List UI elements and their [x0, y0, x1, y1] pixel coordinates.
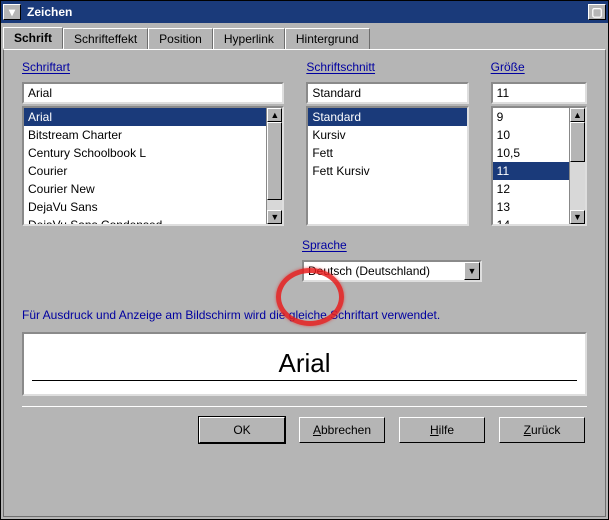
style-listbox[interactable]: StandardKursivFettFett Kursiv	[306, 106, 468, 226]
back-button[interactable]: Zurück	[499, 417, 585, 443]
size-listbox[interactable]: 91010,511121314 ▲ ▼	[491, 106, 587, 226]
button-bar: OK Abbrechen Hilfe Zurück	[22, 406, 587, 447]
window-title: Zeichen	[27, 5, 72, 19]
list-item[interactable]: 10	[493, 126, 569, 144]
preview-sample: Arial	[274, 348, 334, 379]
font-label[interactable]: Schriftart	[22, 60, 284, 74]
preview-baseline	[32, 380, 577, 381]
list-item[interactable]: Arial	[24, 108, 266, 126]
font-listbox[interactable]: ArialBitstream CharterCentury Schoolbook…	[22, 106, 284, 226]
scroll-down-icon[interactable]: ▼	[267, 210, 282, 224]
tab-hyperlink[interactable]: Hyperlink	[213, 28, 285, 50]
font-scrollbar[interactable]: ▲ ▼	[266, 108, 282, 224]
list-item[interactable]: Kursiv	[308, 126, 466, 144]
list-item[interactable]: Courier	[24, 162, 266, 180]
size-label[interactable]: Größe	[491, 60, 587, 74]
list-item[interactable]: DejaVu Sans	[24, 198, 266, 216]
titlebar: ▾ Zeichen ▢	[1, 1, 608, 23]
font-preview: Arial	[22, 332, 587, 396]
cancel-button[interactable]: Abbrechen	[299, 417, 385, 443]
scroll-down-icon[interactable]: ▼	[570, 210, 585, 224]
style-input[interactable]	[306, 82, 468, 104]
scroll-up-icon[interactable]: ▲	[267, 108, 282, 122]
tab-panel: Schriftart ArialBitstream CharterCentury…	[3, 49, 606, 517]
list-item[interactable]: 14	[493, 216, 569, 224]
list-item[interactable]: 13	[493, 198, 569, 216]
list-item[interactable]: 12	[493, 180, 569, 198]
list-item[interactable]: Fett Kursiv	[308, 162, 466, 180]
tab-schrift[interactable]: Schrift	[3, 27, 63, 49]
ok-button[interactable]: OK	[199, 417, 285, 443]
system-menu-button[interactable]: ▾	[3, 4, 21, 20]
style-label[interactable]: Schriftschnitt	[306, 60, 468, 74]
tab-schrifteffekt[interactable]: Schrifteffekt	[63, 28, 148, 50]
language-combobox[interactable]: Deutsch (Deutschland) ▼	[302, 260, 482, 282]
tab-hintergrund[interactable]: Hintergrund	[285, 28, 370, 50]
scroll-thumb[interactable]	[267, 122, 282, 200]
info-text: Für Ausdruck und Anzeige am Bildschirm w…	[22, 308, 587, 322]
list-item[interactable]: 10,5	[493, 144, 569, 162]
list-item[interactable]: Standard	[308, 108, 466, 126]
list-item[interactable]: 9	[493, 108, 569, 126]
size-input[interactable]	[491, 82, 587, 104]
scroll-up-icon[interactable]: ▲	[570, 108, 585, 122]
character-dialog: ▾ Zeichen ▢ Schrift Schrifteffekt Positi…	[0, 0, 609, 520]
list-item[interactable]: Century Schoolbook L	[24, 144, 266, 162]
tab-position[interactable]: Position	[148, 28, 213, 50]
list-item[interactable]: Bitstream Charter	[24, 126, 266, 144]
size-scrollbar[interactable]: ▲ ▼	[569, 108, 585, 224]
list-item[interactable]: Courier New	[24, 180, 266, 198]
list-item[interactable]: DejaVu Sans Condensed	[24, 216, 266, 224]
language-label[interactable]: Sprache	[302, 238, 482, 252]
chevron-down-icon[interactable]: ▼	[464, 262, 480, 280]
maximize-button[interactable]: ▢	[588, 4, 606, 20]
font-input[interactable]	[22, 82, 284, 104]
list-item[interactable]: Fett	[308, 144, 466, 162]
language-value: Deutsch (Deutschland)	[304, 262, 464, 280]
tabstrip: Schrift Schrifteffekt Position Hyperlink…	[1, 23, 608, 49]
scroll-thumb[interactable]	[570, 122, 585, 162]
help-button[interactable]: Hilfe	[399, 417, 485, 443]
list-item[interactable]: 11	[493, 162, 569, 180]
